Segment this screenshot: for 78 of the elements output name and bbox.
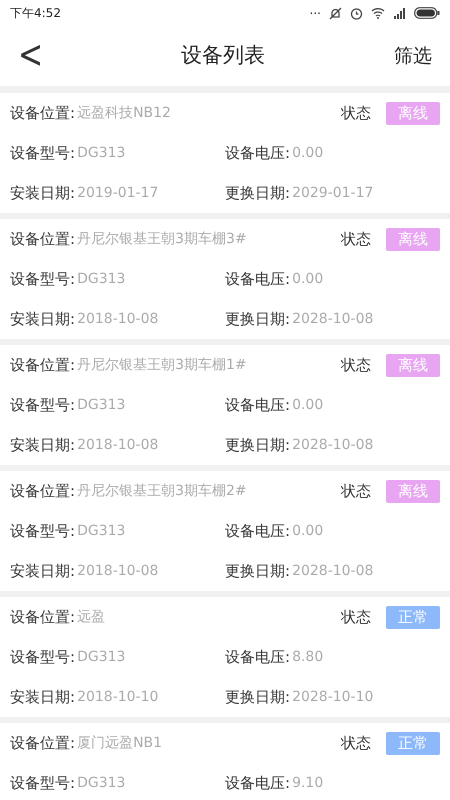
status-badge: 正常 [386,732,440,754]
back-button[interactable]: < [14,36,48,76]
field-value: 2018-10-08 [77,436,158,454]
battery-icon [414,7,440,19]
field-label: 设备型号: [10,772,76,794]
field-value: DG313 [77,144,126,162]
status-time: 下午4:52 [10,5,61,22]
field-label: 更换日期: [225,308,290,330]
field-label: 安装日期: [10,560,76,582]
status-label: 状态 [341,480,371,502]
status-label: 状态 [341,732,371,754]
status-label: 状态 [341,354,371,376]
field-value: 2029-01-17 [292,184,374,202]
field-label: 设备位置: [10,102,76,124]
field-value: 2018-10-10 [77,688,158,706]
field-label: 安装日期: [10,182,76,204]
field-label: 更换日期: [225,560,290,582]
field-label: 设备电压: [225,772,290,794]
field-label: 更换日期: [225,434,290,456]
field-label: 设备位置: [10,732,76,754]
field-value: 2028-10-08 [292,562,374,580]
status-badge: 离线 [386,480,440,502]
field-value: 丹尼尔银基王朝3期车棚1# [77,356,247,374]
filter-button[interactable]: 筛选 [394,42,432,70]
field-label: 设备位置: [10,606,76,628]
field-label: 设备型号: [10,268,76,290]
field-value: 2018-10-08 [77,562,158,580]
field-value: 2028-10-10 [292,688,374,706]
field-label: 更换日期: [225,686,290,708]
field-label: 设备电压: [225,646,290,668]
field-label: 设备电压: [225,142,290,164]
field-value: 0.00 [292,270,324,288]
field-value: 远盈科技NB12 [77,104,171,122]
status-badge: 离线 [386,102,440,124]
field-label: 设备型号: [10,142,76,164]
field-value: 丹尼尔银基王朝3期车棚3# [77,230,247,248]
field-value: 厦门远盈NB1 [77,734,162,752]
field-value: DG313 [77,396,126,414]
field-value: 2019-01-17 [77,184,158,202]
field-label: 设备位置: [10,480,76,502]
field-value: DG313 [77,270,126,288]
field-label: 安装日期: [10,686,76,708]
field-label: 设备位置: [10,228,76,250]
status-label: 状态 [341,228,371,250]
field-value: 9.10 [292,774,324,792]
more-indicator: ... [310,4,321,16]
field-label: 安装日期: [10,308,76,330]
field-value: 0.00 [292,522,324,540]
field-value: DG313 [77,522,126,540]
status-badge: 离线 [386,228,440,250]
field-label: 设备型号: [10,646,76,668]
field-label: 设备电压: [225,268,290,290]
status-badge: 正常 [386,606,440,628]
field-value: 0.00 [292,144,324,162]
field-label: 安装日期: [10,434,76,456]
signal-icon [393,8,406,18]
field-value: DG313 [77,774,126,792]
status-label: 状态 [341,102,371,124]
field-value: 8.80 [292,648,324,666]
field-value: 2018-10-08 [77,310,158,328]
mute-icon [329,6,342,20]
field-label: 更换日期: [225,182,290,204]
wifi-icon [371,7,385,19]
field-label: 设备位置: [10,354,76,376]
status-label: 状态 [341,606,371,628]
field-value: 2028-10-08 [292,310,374,328]
field-value: 丹尼尔银基王朝3期车棚2# [77,482,247,500]
field-label: 设备电压: [225,394,290,416]
status-badge: 离线 [386,354,440,376]
field-value: 0.00 [292,396,324,414]
field-label: 设备型号: [10,394,76,416]
field-label: 设备电压: [225,520,290,542]
field-value: 2028-10-08 [292,436,374,454]
alarm-icon [350,6,363,20]
page-title: 设备列表 [181,43,265,68]
field-value: 远盈 [77,608,106,626]
field-value: DG313 [77,648,126,666]
field-label: 设备型号: [10,520,76,542]
